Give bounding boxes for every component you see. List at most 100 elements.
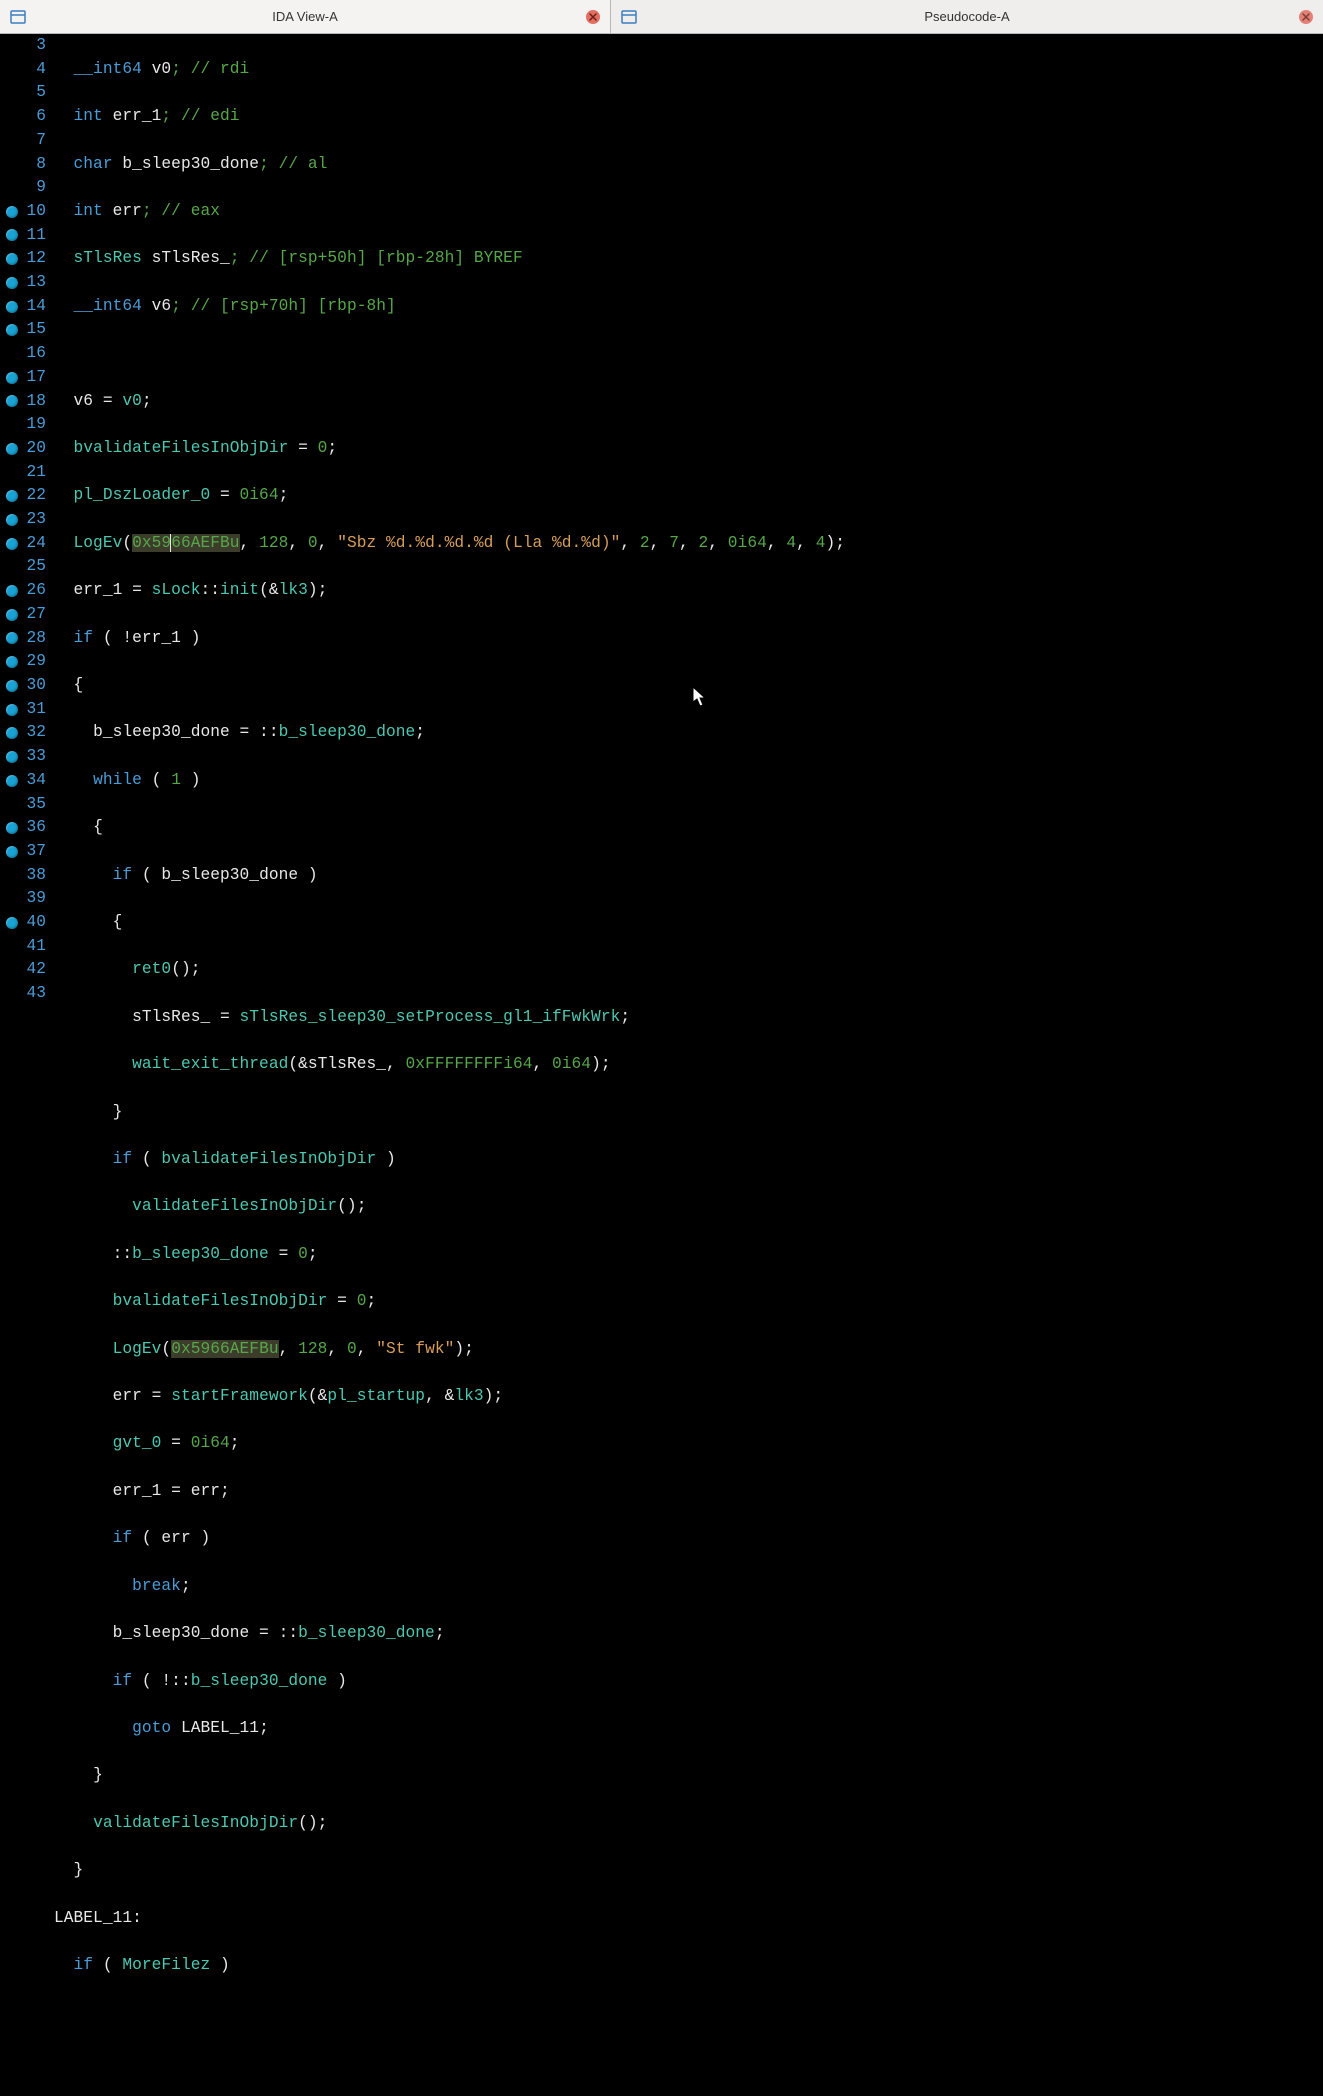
code-content[interactable]: __int64 v0; // rdi int err_1; // edi cha… — [52, 34, 1323, 1099]
line-number: 33 — [0, 745, 48, 769]
line-number-gutter: 3456789101112131415161718192021222324252… — [0, 34, 52, 1099]
line-number: 16 — [0, 342, 48, 366]
breakpoint-icon[interactable] — [6, 301, 18, 313]
line-number: 35 — [0, 793, 48, 817]
code-line: if ( !::b_sleep30_done ) — [54, 1670, 1323, 1694]
code-line: b_sleep30_done = ::b_sleep30_done; — [54, 1622, 1323, 1646]
breakpoint-icon[interactable] — [6, 680, 18, 692]
code-line: } — [54, 1101, 1323, 1125]
line-number: 7 — [0, 129, 48, 153]
line-number: 41 — [0, 935, 48, 959]
code-line: validateFilesInObjDir(); — [54, 1195, 1323, 1219]
breakpoint-icon[interactable] — [6, 538, 18, 550]
line-number: 23 — [0, 508, 48, 532]
breakpoint-icon[interactable] — [6, 490, 18, 502]
line-number: 20 — [0, 437, 48, 461]
tab-ida-view-a[interactable]: IDA View-A — [0, 0, 611, 33]
breakpoint-icon[interactable] — [6, 656, 18, 668]
breakpoint-icon[interactable] — [6, 206, 18, 218]
code-line: if ( MoreFilez ) — [54, 1954, 1323, 1978]
line-number: 5 — [0, 81, 48, 105]
breakpoint-icon[interactable] — [6, 822, 18, 834]
code-line: int err_1; // edi — [54, 105, 1323, 129]
line-number: 15 — [0, 318, 48, 342]
line-number: 34 — [0, 769, 48, 793]
code-line: v6 = v0; — [54, 390, 1323, 414]
line-number: 8 — [0, 153, 48, 177]
breakpoint-icon[interactable] — [6, 443, 18, 455]
code-line: while ( 1 ) — [54, 769, 1323, 793]
code-line: gvt_0 = 0i64; — [54, 1432, 1323, 1456]
breakpoint-icon[interactable] — [6, 395, 18, 407]
tab-pseudocode-a[interactable]: Pseudocode-A — [611, 0, 1323, 33]
code-line: bvalidateFilesInObjDir = 0; — [54, 437, 1323, 461]
line-number: 11 — [0, 224, 48, 248]
breakpoint-icon[interactable] — [6, 775, 18, 787]
breakpoint-icon[interactable] — [6, 846, 18, 858]
breakpoint-icon[interactable] — [6, 727, 18, 739]
breakpoint-icon[interactable] — [6, 704, 18, 716]
line-number: 25 — [0, 555, 48, 579]
breakpoint-icon[interactable] — [6, 751, 18, 763]
line-number: 19 — [0, 413, 48, 437]
tab-label: Pseudocode-A — [924, 9, 1009, 24]
code-line: goto LABEL_11; — [54, 1717, 1323, 1741]
code-line: err_1 = sLock::init(&lk3); — [54, 579, 1323, 603]
line-number: 21 — [0, 461, 48, 485]
code-line: sTlsRes_ = sTlsRes_sleep30_setProcess_gl… — [54, 1006, 1323, 1030]
code-line: if ( !err_1 ) — [54, 627, 1323, 651]
breakpoint-icon[interactable] — [6, 253, 18, 265]
line-number: 26 — [0, 579, 48, 603]
code-line: { — [54, 911, 1323, 935]
code-editor[interactable]: 3456789101112131415161718192021222324252… — [0, 34, 1323, 1099]
code-line: } — [54, 1764, 1323, 1788]
breakpoint-icon[interactable] — [6, 372, 18, 384]
code-line: validateFilesInObjDir(); — [54, 1812, 1323, 1836]
line-number: 10 — [0, 200, 48, 224]
code-line: int err; // eax — [54, 200, 1323, 224]
code-line: ret0(); — [54, 958, 1323, 982]
line-number: 30 — [0, 674, 48, 698]
code-line: wait_exit_thread(&sTlsRes_, 0xFFFFFFFFi6… — [54, 1053, 1323, 1077]
line-number: 6 — [0, 105, 48, 129]
line-number: 40 — [0, 911, 48, 935]
line-number: 36 — [0, 816, 48, 840]
code-line: sTlsRes sTlsRes_; // [rsp+50h] [rbp-28h]… — [54, 247, 1323, 271]
close-icon[interactable] — [586, 10, 600, 24]
code-line: LogEv(0x5966AEFBu, 128, 0, "Sbz %d.%d.%d… — [54, 532, 1323, 556]
view-icon — [621, 9, 637, 25]
breakpoint-icon[interactable] — [6, 609, 18, 621]
code-line: b_sleep30_done = ::b_sleep30_done; — [54, 721, 1323, 745]
line-number: 13 — [0, 271, 48, 295]
close-icon[interactable] — [1299, 10, 1313, 24]
breakpoint-icon[interactable] — [6, 632, 18, 644]
code-line: err_1 = err; — [54, 1480, 1323, 1504]
code-line: if ( bvalidateFilesInObjDir ) — [54, 1148, 1323, 1172]
line-number: 22 — [0, 484, 48, 508]
line-number: 32 — [0, 721, 48, 745]
code-line: } — [54, 1859, 1323, 1883]
line-number: 12 — [0, 247, 48, 271]
line-number: 27 — [0, 603, 48, 627]
breakpoint-icon[interactable] — [6, 277, 18, 289]
line-number: 39 — [0, 887, 48, 911]
view-icon — [10, 9, 26, 25]
breakpoint-icon[interactable] — [6, 917, 18, 929]
line-number: 43 — [0, 982, 48, 1006]
breakpoint-icon[interactable] — [6, 585, 18, 597]
breakpoint-icon[interactable] — [6, 229, 18, 241]
code-line: { — [54, 674, 1323, 698]
line-number: 38 — [0, 864, 48, 888]
code-line: LABEL_11: — [54, 1907, 1323, 1931]
code-line: err = startFramework(&pl_startup, &lk3); — [54, 1385, 1323, 1409]
breakpoint-icon[interactable] — [6, 324, 18, 336]
line-number: 18 — [0, 390, 48, 414]
line-number: 42 — [0, 958, 48, 982]
code-line: char b_sleep30_done; // al — [54, 153, 1323, 177]
tab-label: IDA View-A — [272, 9, 338, 24]
breakpoint-icon[interactable] — [6, 514, 18, 526]
tab-bar: IDA View-A Pseudocode-A — [0, 0, 1323, 34]
line-number: 37 — [0, 840, 48, 864]
code-line: ::b_sleep30_done = 0; — [54, 1243, 1323, 1267]
code-line: if ( err ) — [54, 1527, 1323, 1551]
